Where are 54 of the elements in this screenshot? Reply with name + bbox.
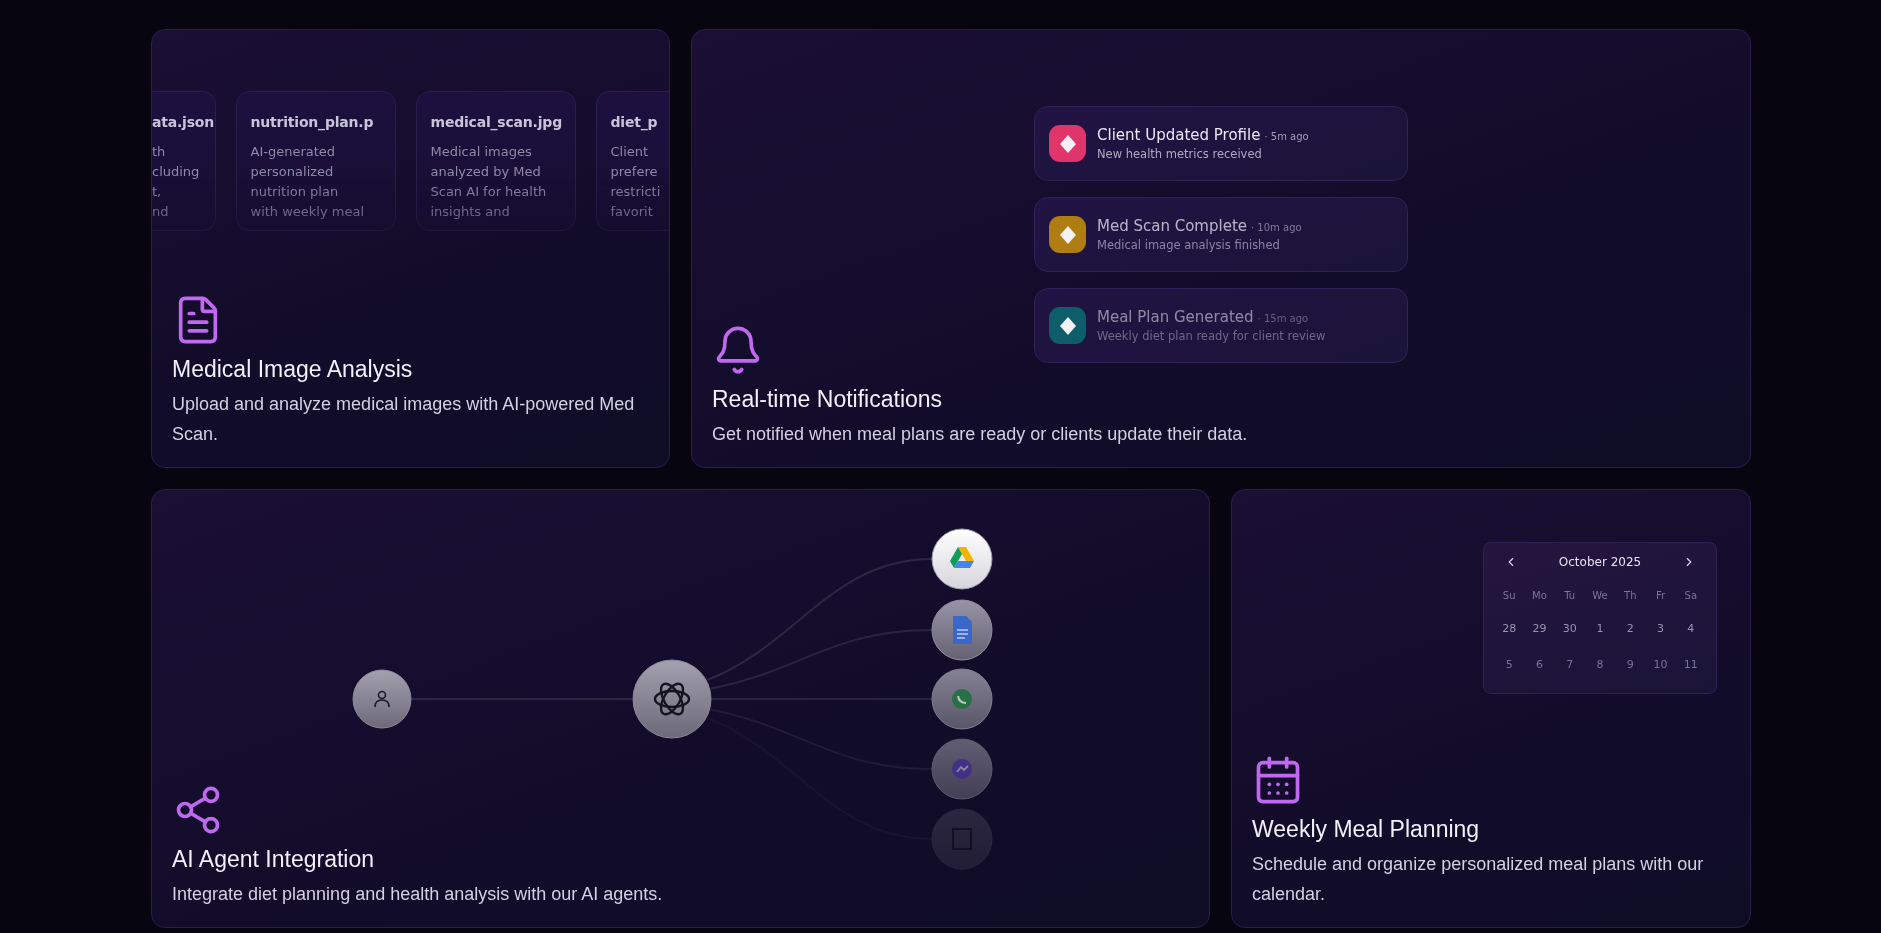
card-description: Integrate diet planning and health analysis with our AI agents. <box>172 883 663 906</box>
weekday-label: Sa <box>1683 589 1699 603</box>
chat-bubble-icon <box>952 759 972 779</box>
notification-message: New health metrics received <box>1097 147 1263 161</box>
calendar-day[interactable]: 11 <box>1675 647 1706 683</box>
notebook-icon <box>952 828 972 850</box>
calendar-day[interactable]: 1 <box>1584 611 1616 647</box>
file-description: th cluding t, nd <box>152 143 201 221</box>
calendar-day[interactable]: 7 <box>1554 647 1585 683</box>
calendar-day[interactable]: 30 <box>1554 611 1585 647</box>
card-title: Medical Image Analysis <box>172 356 413 383</box>
weekday-label: Su <box>1501 589 1517 603</box>
weekday-label: We <box>1591 589 1609 603</box>
file-description: Medical images analyzed by Med Scan AI for health insights and <box>430 143 548 221</box>
calendar-day[interactable]: 3 <box>1645 611 1676 647</box>
chat-bubble-icon <box>952 689 972 709</box>
notification-message: Weekly diet plan ready for client review <box>1097 329 1326 343</box>
notification-message: Medical image analysis finished <box>1097 238 1281 252</box>
notification-title: Meal Plan Generated <box>1097 308 1254 326</box>
knot-icon <box>653 682 691 716</box>
file-name: medical_scan.jpg <box>430 113 562 132</box>
notification-time: · 15m ago <box>1257 313 1309 324</box>
notification-title: Med Scan Complete <box>1097 217 1247 235</box>
weekday-label: Fr <box>1655 589 1667 603</box>
card-description: Upload and analyze medical images with AI-powered Med Scan. <box>172 393 636 446</box>
calendar-day[interactable]: 5 <box>1494 647 1525 683</box>
triangle-icon <box>950 547 974 568</box>
weekday-label: Mo <box>1531 589 1548 603</box>
calendar-day[interactable]: 2 <box>1615 611 1646 647</box>
file-description: Client prefere restricti favorit <box>610 143 662 221</box>
document-icon <box>953 616 972 644</box>
calendar-day[interactable]: 29 <box>1524 611 1555 647</box>
calendar-day[interactable]: 10 <box>1645 647 1676 683</box>
card-title: Weekly Meal Planning <box>1252 816 1480 843</box>
calendar-day[interactable]: 6 <box>1524 647 1555 683</box>
notification-time: · 10m ago <box>1251 222 1302 233</box>
file-description: AI-generated personalized nutrition plan with weekly meal <box>250 143 366 221</box>
calendar-day[interactable]: 4 <box>1675 611 1706 647</box>
card-description: Schedule and organize personalized meal plans with our calendar. <box>1252 853 1705 906</box>
person-icon <box>374 690 390 708</box>
calendar-day[interactable]: 8 <box>1584 647 1616 683</box>
card-title: AI Agent Integration <box>172 846 375 873</box>
notification-time: · 5m ago <box>1264 131 1309 142</box>
weekday-label: Tu <box>1563 589 1577 603</box>
calendar-day[interactable]: 9 <box>1615 647 1646 683</box>
file-name: nutrition_plan.p <box>250 113 374 132</box>
file-name: ata.json <box>152 113 215 132</box>
month-label: October 2025 <box>1558 555 1642 569</box>
calendar-day[interactable]: 28 <box>1494 611 1525 647</box>
weekday-label: Th <box>1623 589 1638 603</box>
card-title: Real-time Notifications <box>712 386 943 413</box>
card-description: Get notified when meal plans are ready or clients update their data. <box>712 423 1248 446</box>
notification-title: Client Updated Profile <box>1097 126 1261 144</box>
file-name: diet_p <box>610 113 658 132</box>
